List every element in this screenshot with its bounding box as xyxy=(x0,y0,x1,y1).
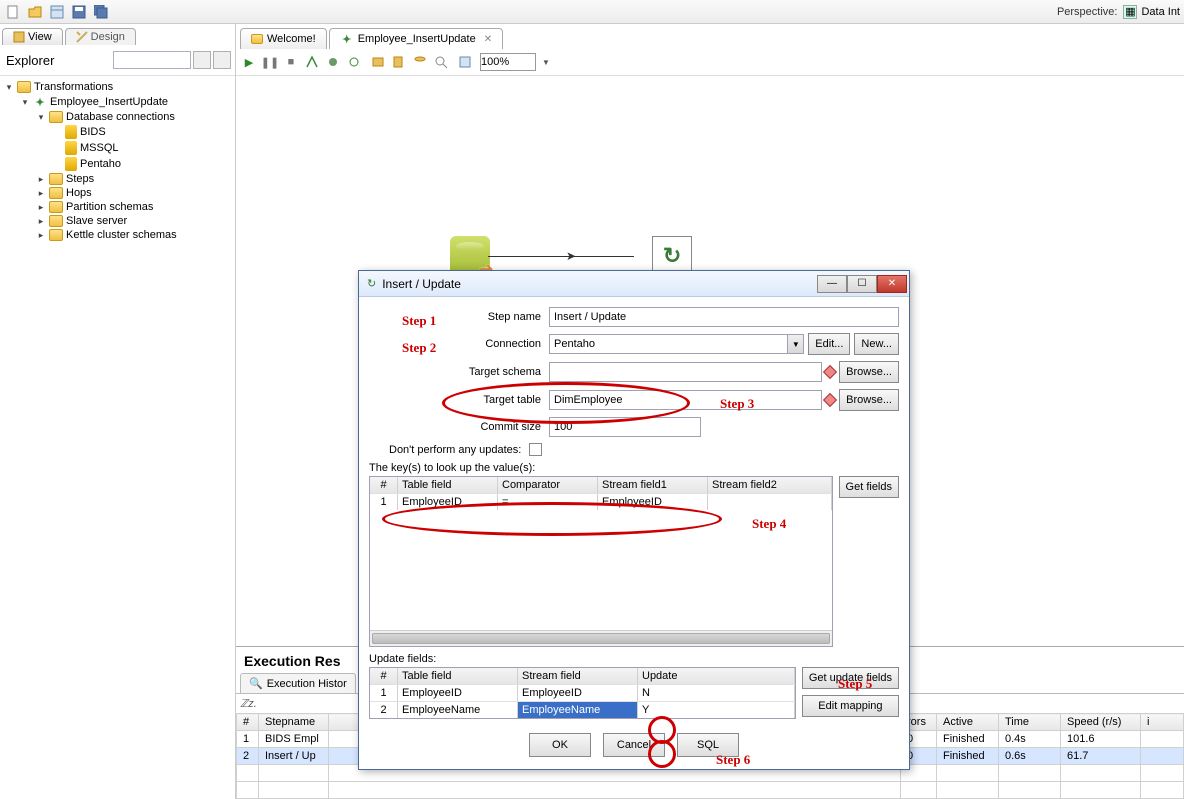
tab-design-label: Design xyxy=(91,31,125,43)
label-connection: Connection xyxy=(369,338,549,350)
run-icon[interactable]: ▶ xyxy=(240,53,258,71)
tree-steps[interactable]: ▸Steps xyxy=(36,172,235,186)
edit-connection-button[interactable]: Edit... xyxy=(808,333,850,355)
label-commit-size: Commit size xyxy=(369,421,549,433)
col-active[interactable]: Active xyxy=(937,714,999,731)
target-table-input[interactable] xyxy=(549,390,822,410)
tree-db-bids[interactable]: ▸BIDS xyxy=(52,124,235,140)
cancel-button[interactable]: Cancel xyxy=(603,733,665,757)
explore-db-icon[interactable] xyxy=(432,53,450,71)
saveall-icon[interactable] xyxy=(92,3,110,21)
table-row[interactable]: 2 EmployeeName EmployeeName Y xyxy=(370,701,795,718)
perspective-label: Perspective: xyxy=(1057,6,1118,18)
tree-transformations[interactable]: ▾Transformations xyxy=(4,80,235,94)
stop-icon[interactable]: ■ xyxy=(282,53,300,71)
tab-view[interactable]: View xyxy=(2,28,63,45)
browse-table-button[interactable]: Browse... xyxy=(839,389,899,411)
collapse-icon[interactable] xyxy=(193,51,211,69)
variable-icon[interactable] xyxy=(823,365,837,379)
expand-icon[interactable] xyxy=(213,51,231,69)
history-icon: 🔍 xyxy=(249,677,263,690)
zoom-select[interactable] xyxy=(480,53,536,71)
keys-grid[interactable]: # Table field Comparator Stream field1 S… xyxy=(369,476,833,647)
dropdown-icon[interactable]: ▼ xyxy=(542,58,550,67)
label-dont-update: Don't perform any updates: xyxy=(369,444,529,456)
label-keys: The key(s) to look up the value(s): xyxy=(369,462,899,474)
label-update-fields: Update fields: xyxy=(369,653,899,665)
tree-slave[interactable]: ▸Slave server xyxy=(36,214,235,228)
open-icon[interactable] xyxy=(26,3,44,21)
tab-welcome[interactable]: Welcome! xyxy=(240,28,327,49)
new-icon[interactable] xyxy=(4,3,22,21)
dont-update-checkbox[interactable] xyxy=(529,443,542,456)
tree-hops[interactable]: ▸Hops xyxy=(36,186,235,200)
hop-line[interactable] xyxy=(488,256,634,257)
get-update-fields-button[interactable]: Get update fields xyxy=(802,667,899,689)
connection-combo[interactable] xyxy=(549,334,788,354)
debug-icon[interactable] xyxy=(324,53,342,71)
col-stepname[interactable]: Stepname xyxy=(259,714,329,731)
tree-employee-insertupdate[interactable]: ▾✦Employee_InsertUpdate xyxy=(20,94,235,110)
close-button[interactable]: ✕ xyxy=(877,275,907,293)
pause-icon[interactable]: ❚❚ xyxy=(261,53,279,71)
save-icon[interactable] xyxy=(70,3,88,21)
update-fields-grid[interactable]: # Table field Stream field Update 1 Empl… xyxy=(369,667,796,719)
col-num[interactable]: # xyxy=(237,714,259,731)
show-results-icon[interactable] xyxy=(456,53,474,71)
tab-execution-history[interactable]: 🔍 Execution Histor xyxy=(240,673,356,693)
label-target-schema: Target schema xyxy=(369,366,549,378)
tree-partition[interactable]: ▸Partition schemas xyxy=(36,200,235,214)
replay-icon[interactable] xyxy=(345,53,363,71)
sql-button[interactable]: SQL xyxy=(677,733,739,757)
col-speed[interactable]: Speed (r/s) xyxy=(1061,714,1141,731)
close-icon[interactable]: ✕ xyxy=(484,34,492,45)
hop-arrow-icon: ➤ xyxy=(566,249,576,263)
tree-kettle[interactable]: ▸Kettle cluster schemas xyxy=(36,228,235,242)
editor-toolbar: ▶ ❚❚ ■ ▼ xyxy=(236,49,1184,76)
folder-icon xyxy=(251,34,263,44)
maximize-button[interactable]: ☐ xyxy=(847,275,877,293)
dialog-icon: ↻ xyxy=(367,277,376,290)
tree-db-pentaho[interactable]: ▸Pentaho xyxy=(52,156,235,172)
tab-view-label: View xyxy=(28,31,52,43)
step-name-input[interactable] xyxy=(549,307,899,327)
label-step-name: Step name xyxy=(369,311,549,323)
table-row[interactable]: 1 EmployeeID EmployeeID N xyxy=(370,684,795,701)
main-toolbar: Perspective: ▦ Data Int xyxy=(0,0,1184,24)
col-io[interactable]: i xyxy=(1141,714,1184,731)
perspective-icon[interactable]: ▦ xyxy=(1123,5,1137,19)
table-row xyxy=(237,782,1184,799)
sql-icon[interactable] xyxy=(411,53,429,71)
commit-size-input[interactable] xyxy=(549,417,701,437)
new-connection-button[interactable]: New... xyxy=(854,333,899,355)
edit-mapping-button[interactable]: Edit mapping xyxy=(802,695,899,717)
table-row[interactable]: 1 EmployeeID = EmployeeID xyxy=(370,493,832,510)
insert-update-dialog: ↻ Insert / Update — ☐ ✕ Step name Connec… xyxy=(358,270,910,770)
explorer-search[interactable] xyxy=(113,51,191,69)
variable-icon[interactable] xyxy=(823,393,837,407)
trans-icon: ✦ xyxy=(340,32,354,46)
tab-design[interactable]: Design xyxy=(65,28,136,45)
verify-icon[interactable] xyxy=(369,53,387,71)
dropdown-icon[interactable]: ▼ xyxy=(788,334,804,354)
get-fields-button[interactable]: Get fields xyxy=(839,476,899,498)
target-schema-input[interactable] xyxy=(549,362,822,382)
col-time[interactable]: Time xyxy=(999,714,1061,731)
preview-icon[interactable] xyxy=(303,53,321,71)
tree-db-connections[interactable]: ▾Database connections xyxy=(36,110,235,124)
tab-employee-insertupdate[interactable]: ✦ Employee_InsertUpdate ✕ xyxy=(329,28,503,49)
explorer-pane: View Design Explorer ▾Transformations ▾✦… xyxy=(0,24,236,799)
label-target-table: Target table xyxy=(369,394,549,406)
scrollbar[interactable] xyxy=(370,630,832,646)
explore-icon[interactable] xyxy=(48,3,66,21)
dialog-title: Insert / Update xyxy=(382,277,461,291)
explorer-title: Explorer xyxy=(6,53,54,68)
minimize-button[interactable]: — xyxy=(817,275,847,293)
impact-icon[interactable] xyxy=(390,53,408,71)
browse-schema-button[interactable]: Browse... xyxy=(839,361,899,383)
ok-button[interactable]: OK xyxy=(529,733,591,757)
perspective-name: Data Int xyxy=(1141,6,1180,18)
tree-db-mssql[interactable]: ▸MSSQL xyxy=(52,140,235,156)
